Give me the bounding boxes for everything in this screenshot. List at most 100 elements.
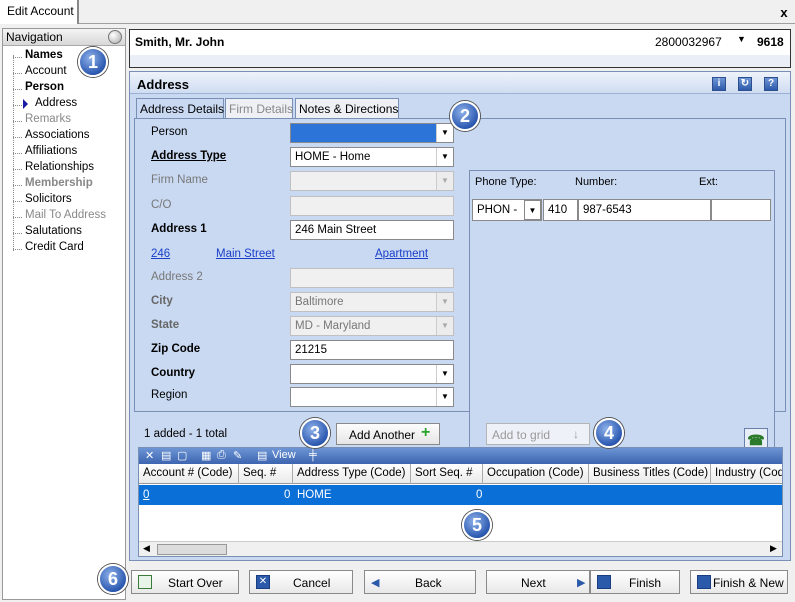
grid-toolbar: ✕ ▤ ▢ ▦ ⎙ ✎ ▤ View ╪ (139, 448, 782, 464)
sidebar-item-affiliations[interactable]: Affiliations (25, 145, 77, 157)
country-select[interactable]: ▼ (290, 364, 454, 384)
add-another-button[interactable]: Add Another + (336, 423, 440, 445)
row-account[interactable]: 0 (143, 489, 149, 501)
chevron-down-icon[interactable]: ▼ (436, 365, 453, 383)
finish-new-label: Finish & New (713, 576, 784, 590)
finish-button[interactable]: Finish (590, 570, 680, 594)
title-bar: Edit Account x (0, 0, 795, 24)
sidebar-item-mail-to-address[interactable]: Mail To Address (25, 209, 106, 221)
parsed-unit-link[interactable]: Apartment (375, 248, 428, 260)
next-button[interactable]: Next ▶ (486, 570, 590, 594)
person-select[interactable]: ▼ (290, 123, 454, 143)
tab-firm-details[interactable]: Firm Details (225, 98, 293, 118)
phone-number-field[interactable]: 987-6543 (578, 199, 711, 221)
parsed-street-link[interactable]: Main Street (216, 248, 275, 260)
phone-ext-field[interactable] (711, 199, 771, 221)
pin-icon[interactable] (108, 30, 122, 44)
nav-tree-tick (13, 89, 22, 90)
finish-new-button[interactable]: Finish & New (690, 570, 788, 594)
callout-4: 4 (594, 418, 624, 448)
start-over-label: Start Over (168, 576, 223, 590)
finish-label: Finish (629, 576, 662, 590)
column-header[interactable]: Seq. # (239, 464, 293, 484)
start-over-button[interactable]: Start Over (131, 570, 239, 594)
phone-type-label: Phone Type: (475, 176, 537, 188)
column-header[interactable]: Business Titles (Code) (589, 464, 711, 484)
refresh-icon[interactable]: ↻ (738, 77, 752, 91)
sidebar-item-credit-card[interactable]: Credit Card (25, 241, 84, 253)
chevron-down-icon: ▼ (436, 293, 453, 311)
zip-field[interactable]: 21215 (290, 340, 454, 360)
next-arrow-icon: ▶ (577, 577, 586, 589)
back-button[interactable]: ◀ Back (364, 570, 476, 594)
chevron-down-icon[interactable]: ▼ (436, 124, 453, 142)
sidebar-item-remarks[interactable]: Remarks (25, 113, 71, 125)
start-over-icon (138, 575, 152, 589)
column-header[interactable]: Occupation (Code) (483, 464, 589, 484)
sidebar-item-relationships[interactable]: Relationships (25, 161, 94, 173)
scroll-left-icon[interactable]: ◀ (143, 543, 150, 554)
sidebar-item-associations[interactable]: Associations (25, 129, 90, 141)
phone-area-field[interactable]: 410 (543, 199, 578, 221)
scroll-right-icon[interactable]: ▶ (770, 543, 777, 554)
view-label[interactable]: View (272, 449, 296, 461)
address-form: Person ▼ Address Type HOME - Home ▼ Firm … (134, 118, 786, 454)
delete-icon[interactable]: ✕ (145, 449, 154, 462)
chevron-down-icon: ▼ (436, 172, 453, 190)
address1-field[interactable]: 246 Main Street (290, 220, 454, 240)
region-label: Region (151, 389, 188, 401)
column-header[interactable]: Address Type (Code) (293, 464, 411, 484)
callout-3: 3 (300, 418, 330, 448)
nav-tree-tick (13, 105, 22, 106)
chevron-down-icon[interactable]: ▼ (436, 148, 453, 166)
callout-2: 2 (450, 101, 480, 131)
address-type-label[interactable]: Address Type (151, 150, 226, 162)
cancel-button[interactable]: ✕ Cancel (249, 570, 353, 594)
chevron-down-icon: ▼ (436, 317, 453, 335)
cancel-icon: ✕ (256, 575, 270, 589)
address-type-select[interactable]: HOME - Home ▼ (290, 147, 454, 167)
added-summary: 1 added - 1 total (144, 428, 228, 440)
tab-address-details[interactable]: Address Details (136, 98, 224, 119)
view-icon[interactable]: ▤ (257, 449, 267, 462)
zip-label: Zip Code (151, 343, 201, 355)
nav-tree-tick (13, 169, 22, 170)
column-header[interactable]: Industry (Code) (711, 464, 782, 484)
filter-icon[interactable]: ✎ (233, 449, 242, 462)
sidebar-item-account[interactable]: Account (25, 65, 67, 77)
state-select: MD - Maryland ▼ (290, 316, 454, 336)
print-icon[interactable]: ⎙ (217, 449, 226, 462)
help-icon[interactable]: ? (764, 77, 778, 91)
address2-label: Address 2 (151, 271, 203, 283)
info-icon[interactable]: i (712, 77, 726, 91)
sidebar-item-salutations[interactable]: Salutations (25, 225, 82, 237)
table-row[interactable]: 0 0 HOME 0 (139, 485, 782, 505)
sidebar-item-names[interactable]: Names (25, 49, 63, 61)
account-header: Smith, Mr. John 2800032967 ▼ 9618 (129, 29, 791, 68)
nav-tree-tick (13, 233, 22, 234)
person-label: Person (151, 126, 188, 138)
sidebar-item-membership[interactable]: Membership (25, 177, 93, 189)
chevron-down-icon[interactable]: ▼ (524, 200, 541, 220)
phone-type-select[interactable]: PHON - ▼ (472, 199, 542, 221)
edit-icon[interactable]: ▤ (161, 449, 171, 462)
close-icon[interactable]: x (777, 6, 791, 20)
horizontal-scrollbar[interactable]: ◀ ▶ (139, 541, 782, 556)
sidebar-item-address[interactable]: Address (35, 97, 77, 109)
address-panel-title: Address (137, 77, 190, 92)
sidebar-item-solicitors[interactable]: Solicitors (25, 193, 72, 205)
excel-icon[interactable]: ▦ (201, 449, 211, 462)
sidebar-item-person[interactable]: Person (25, 81, 64, 93)
copy-icon[interactable]: ▢ (177, 449, 187, 462)
columns-icon[interactable]: ╪ (309, 449, 317, 461)
chevron-down-icon[interactable]: ▼ (436, 388, 453, 406)
parsed-number-link[interactable]: 246 (151, 248, 170, 260)
add-to-grid-button[interactable]: Add to grid ↓ (486, 423, 590, 445)
account-dropdown-icon[interactable]: ▼ (737, 34, 746, 44)
tab-notes-directions[interactable]: Notes & Directions (295, 98, 399, 118)
region-select[interactable]: ▼ (290, 387, 454, 407)
scrollbar-thumb[interactable] (157, 544, 227, 555)
column-header[interactable]: Account # (Code) (139, 464, 239, 484)
column-header[interactable]: Sort Seq. # (411, 464, 483, 484)
arrow-down-icon: ↓ (573, 427, 579, 441)
